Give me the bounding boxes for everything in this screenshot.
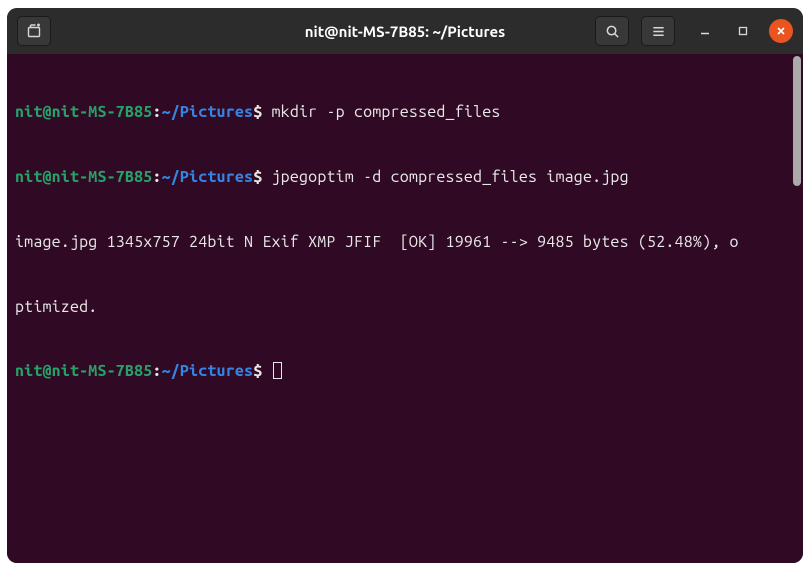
maximize-icon: [738, 26, 748, 36]
window-title: nit@nit-MS-7B85: ~/Pictures: [305, 23, 506, 40]
terminal-line: image.jpg 1345x757 24bit N Exif XMP JFIF…: [15, 232, 799, 254]
prompt-dollar: $: [253, 362, 271, 380]
command-text: mkdir -p compressed_files: [272, 103, 501, 121]
minimize-icon: [700, 26, 710, 36]
prompt-dollar: $: [253, 168, 271, 186]
prompt-user-host: nit@nit-MS-7B85: [15, 103, 152, 121]
window-controls: [693, 19, 793, 43]
terminal-body[interactable]: nit@nit-MS-7B85:~/Pictures$ mkdir -p com…: [7, 54, 803, 563]
search-button[interactable]: [595, 16, 629, 46]
terminal-line: nit@nit-MS-7B85:~/Pictures$ jpegoptim -d…: [15, 167, 799, 189]
prompt-colon: :: [152, 168, 161, 186]
prompt-user-host: nit@nit-MS-7B85: [15, 362, 152, 380]
close-icon: [776, 26, 786, 36]
prompt-cwd: ~/Pictures: [162, 362, 254, 380]
cursor: [273, 362, 282, 379]
search-icon: [605, 24, 620, 39]
minimize-button[interactable]: [693, 19, 717, 43]
new-tab-icon: [26, 23, 42, 39]
maximize-button[interactable]: [731, 19, 755, 43]
prompt-colon: :: [152, 103, 161, 121]
output-text: ptimized.: [15, 298, 97, 316]
command-text: jpegoptim -d compressed_files image.jpg: [272, 168, 629, 186]
titlebar-right: [595, 16, 793, 46]
titlebar: nit@nit-MS-7B85: ~/Pictures: [7, 8, 803, 54]
terminal-line: nit@nit-MS-7B85:~/Pictures$ mkdir -p com…: [15, 102, 799, 124]
titlebar-left: [17, 16, 51, 46]
prompt-cwd: ~/Pictures: [162, 103, 254, 121]
prompt-dollar: $: [253, 103, 271, 121]
prompt-user-host: nit@nit-MS-7B85: [15, 168, 152, 186]
output-text: 19961 --> 9485 bytes (52.48%), o: [436, 233, 738, 251]
terminal-line: nit@nit-MS-7B85:~/Pictures$: [15, 361, 799, 383]
output-ok: [OK]: [400, 233, 437, 251]
scrollbar-thumb[interactable]: [793, 56, 801, 186]
terminal-content: nit@nit-MS-7B85:~/Pictures$ mkdir -p com…: [15, 59, 799, 426]
terminal-line: ptimized.: [15, 297, 799, 319]
output-text: image.jpg 1345x757 24bit N Exif XMP JFIF: [15, 233, 400, 251]
terminal-window: nit@nit-MS-7B85: ~/Pictures: [7, 8, 803, 563]
close-button[interactable]: [769, 19, 793, 43]
prompt-colon: :: [152, 362, 161, 380]
hamburger-icon: [651, 24, 666, 39]
prompt-cwd: ~/Pictures: [162, 168, 254, 186]
new-tab-button[interactable]: [17, 16, 51, 46]
menu-button[interactable]: [641, 16, 675, 46]
